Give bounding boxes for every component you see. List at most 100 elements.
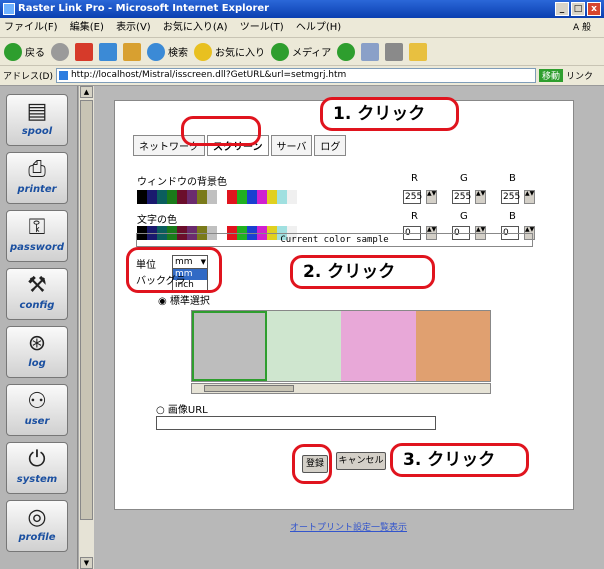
text-g-label: G [460, 211, 468, 222]
menu-help[interactable]: ヘルプ(H) [296, 22, 341, 33]
color-swatch[interactable] [257, 190, 267, 204]
menu-edit[interactable]: 編集(E) [70, 22, 104, 33]
tab-server[interactable]: サーバ [270, 135, 313, 156]
print-icon[interactable] [385, 42, 404, 61]
power-icon: ⏻ [28, 447, 46, 472]
sidebar-item-user[interactable]: ⚇ user [6, 384, 68, 436]
color-swatch[interactable] [137, 190, 147, 204]
go-button[interactable]: 移動 [538, 69, 563, 82]
sidebar-item-system[interactable]: ⏻ system [6, 442, 68, 494]
spool-icon: ▤ [26, 99, 48, 124]
standard-radio[interactable]: ◉ 標準選択 [158, 292, 210, 307]
texture-thumb[interactable] [266, 311, 342, 381]
sidebar-item-spool[interactable]: ▤ spool [6, 94, 68, 146]
tools-icon: ⚒ [27, 273, 47, 298]
color-swatch[interactable] [247, 190, 257, 204]
color-swatch[interactable] [307, 190, 317, 204]
bg-r-spinner[interactable]: ▲▼ [426, 190, 437, 204]
color-swatch[interactable] [267, 190, 277, 204]
bg-r-input[interactable]: 255 [403, 190, 422, 204]
printer-icon: ⎙ [28, 157, 46, 182]
maximize-button[interactable]: □ [571, 2, 585, 16]
sidebar-item-profile[interactable]: ◎ profile [6, 500, 68, 552]
back-icon [4, 42, 22, 61]
address-label: アドレス(D) [3, 72, 53, 82]
back-button[interactable]: 戻る [4, 42, 45, 61]
window-title: Raster Link Pro - Microsoft Internet Exp… [18, 3, 270, 14]
texture-selector[interactable] [191, 310, 491, 382]
texture-thumb[interactable] [341, 311, 416, 381]
sidebar-item-config[interactable]: ⚒ config [6, 268, 68, 320]
highlight-ring-tab [181, 116, 261, 146]
target-icon: ◎ [27, 505, 47, 530]
bg-g-spinner[interactable]: ▲▼ [475, 190, 486, 204]
forward-icon[interactable] [51, 42, 69, 61]
menu-file[interactable]: ファイル(F) [4, 22, 58, 33]
bg-b-label: B [509, 173, 516, 184]
color-swatch[interactable] [187, 190, 197, 204]
address-input[interactable]: http://localhost/Mistral/isscreen.dll?Ge… [55, 68, 536, 83]
sidebar-item-log[interactable]: ⊛ log [6, 326, 68, 378]
vertical-scrollbar[interactable]: ▲ ▼ [78, 86, 94, 569]
favorites-button[interactable]: お気に入り [194, 42, 265, 61]
sidebar-item-password[interactable]: ⚿ password [6, 210, 68, 262]
autoprint-list-link[interactable]: オートプリント設定一覧表示 [290, 520, 407, 533]
media-icon [271, 42, 289, 61]
color-swatch[interactable] [177, 190, 187, 204]
close-button[interactable]: x [587, 2, 601, 16]
media-button[interactable]: メディア [271, 42, 331, 61]
color-swatch[interactable] [297, 190, 307, 204]
color-swatch[interactable] [167, 190, 177, 204]
color-swatch[interactable] [227, 190, 237, 204]
search-button[interactable]: 検索 [147, 42, 188, 61]
menubar: ファイル(F) 編集(E) 表示(V) お気に入り(A) ツール(T) ヘルプ(… [0, 18, 604, 38]
history-icon[interactable] [337, 42, 356, 61]
ie-app-icon [3, 3, 15, 15]
text-b-label: B [509, 211, 516, 222]
color-swatch[interactable] [197, 190, 207, 204]
menu-favorites[interactable]: お気に入り(A) [163, 22, 228, 33]
scroll-up-arrow-icon[interactable]: ▲ [80, 86, 93, 98]
bg-b-spinner[interactable]: ▲▼ [524, 190, 535, 204]
bg-b-input[interactable]: 255 [501, 190, 520, 204]
window-titlebar: Raster Link Pro - Microsoft Internet Exp… [0, 0, 604, 18]
bg-g-label: G [460, 173, 468, 184]
texture-scrollbar[interactable] [191, 383, 491, 394]
color-swatch[interactable] [237, 190, 247, 204]
search-icon [147, 42, 165, 61]
links-label[interactable]: リンク [566, 69, 593, 82]
color-swatch[interactable] [147, 190, 157, 204]
menu-view[interactable]: 表示(V) [116, 22, 151, 33]
user-icon: ⚇ [27, 389, 47, 414]
menu-tools[interactable]: ツール(T) [240, 22, 284, 33]
color-swatch[interactable] [277, 190, 287, 204]
tab-log[interactable]: ログ [314, 135, 347, 156]
bg-color-palette[interactable] [137, 190, 317, 204]
texture-thumb[interactable] [192, 311, 267, 381]
scroll-down-arrow-icon[interactable]: ▼ [80, 557, 93, 569]
mail-icon[interactable] [361, 42, 380, 61]
color-swatch[interactable] [157, 190, 167, 204]
image-url-input[interactable] [156, 416, 436, 430]
cancel-button[interactable]: キャンセル [336, 452, 386, 470]
scroll-thumb[interactable] [80, 100, 93, 520]
bg-r-label: R [411, 173, 418, 184]
color-swatch[interactable] [217, 190, 227, 204]
address-bar: アドレス(D) http://localhost/Mistral/isscree… [0, 66, 604, 86]
image-url-radio[interactable]: ○ 画像URL [156, 401, 208, 416]
home-icon[interactable] [123, 42, 141, 61]
color-swatch[interactable] [287, 190, 297, 204]
callout-3: 3. クリック [390, 443, 529, 477]
refresh-icon[interactable] [99, 42, 117, 61]
minimize-button[interactable]: _ [555, 2, 569, 16]
texture-thumb[interactable] [415, 311, 491, 381]
texture-scroll-thumb[interactable] [204, 385, 294, 392]
star-icon [194, 42, 212, 61]
color-swatch[interactable] [207, 190, 217, 204]
stop-icon[interactable] [75, 42, 93, 61]
folder-icon[interactable] [409, 42, 428, 61]
bg-color-label: ウィンドウの背景色 [137, 177, 227, 188]
bg-g-input[interactable]: 255 [452, 190, 471, 204]
sidebar-item-printer[interactable]: ⎙ printer [6, 152, 68, 204]
ime-indicator: A 般 [572, 23, 591, 33]
